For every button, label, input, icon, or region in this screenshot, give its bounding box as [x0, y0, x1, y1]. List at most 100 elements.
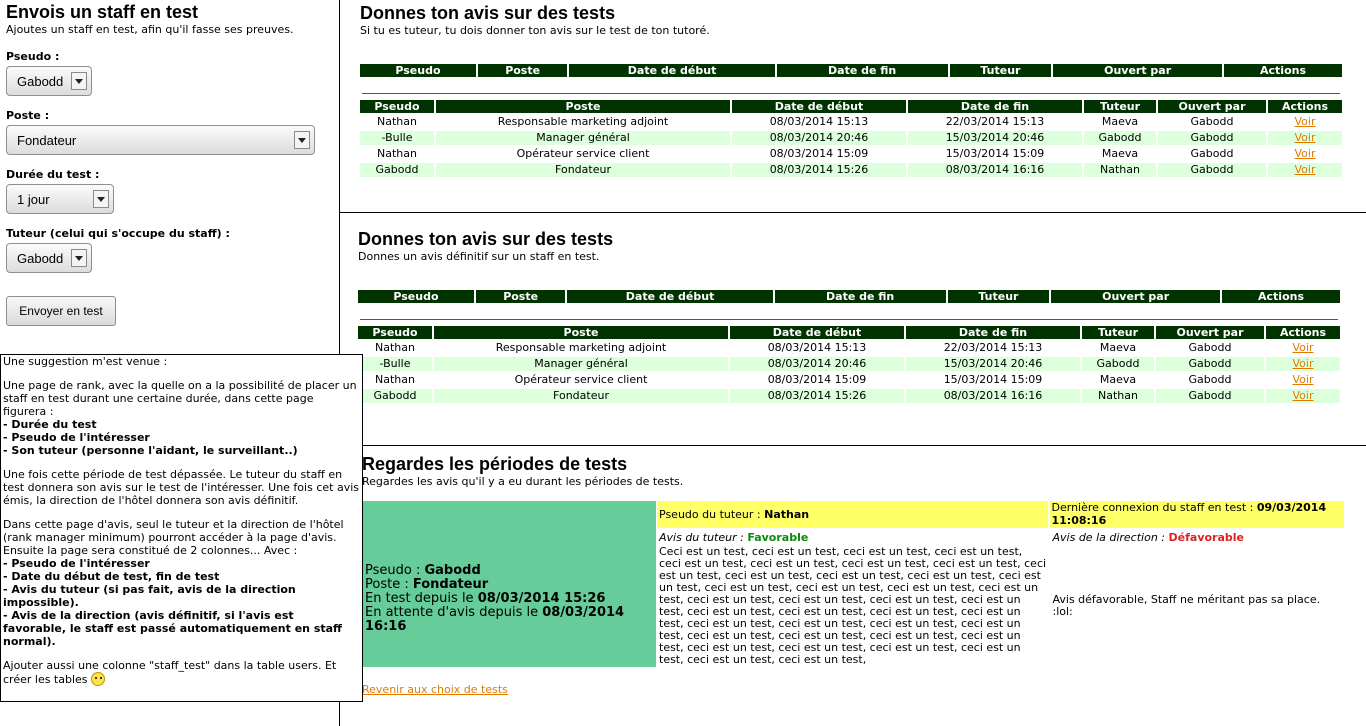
table-cell: 15/03/2014 20:46	[906, 357, 1080, 371]
view-link[interactable]: Voir	[1293, 389, 1314, 402]
column-header: Pseudo	[360, 64, 476, 77]
tuteur-select-value: Gabodd	[17, 250, 64, 266]
table-cell: 15/03/2014 15:09	[945, 147, 1045, 160]
table-cell: -Bulle	[358, 357, 432, 371]
section-title: Donnes ton avis sur des tests	[360, 3, 616, 23]
table-cell: Gabodd	[1156, 389, 1264, 403]
table-cell: 15/03/2014 15:09	[943, 373, 1043, 386]
test-period-review: Pseudo : Gabodd Poste : Fondateur En tes…	[362, 500, 1344, 668]
table-cell-actions: Voir	[1266, 389, 1340, 403]
form-title: Envois un staff en test	[6, 2, 199, 22]
table-cell: Responsable marketing adjoint	[495, 341, 667, 354]
table-cell: Nathan	[377, 147, 417, 160]
column-header: Ouvert par	[1051, 290, 1221, 303]
send-to-test-button[interactable]: Envoyer en test	[6, 296, 116, 326]
staff-poste: Fondateur	[412, 577, 489, 592]
table-cell: Nathan	[377, 115, 417, 128]
note-p1-item: - Pseudo de l'intéresser	[3, 431, 150, 444]
table-cell: Responsable marketing adjoint	[497, 115, 669, 128]
pseudo-label: Pseudo :	[6, 50, 60, 63]
tutor-review-section: Donnes ton avis sur des tests Si tu es t…	[340, 0, 1366, 213]
column-header: Date de fin	[908, 100, 1082, 113]
poste-select-value: Fondateur	[17, 132, 77, 148]
table-cell: 22/03/2014 15:13	[943, 341, 1043, 354]
tuteur-select[interactable]: Gabodd	[6, 243, 92, 273]
table-cell: 08/03/2014 15:13	[767, 341, 867, 354]
direction-verdict-value: Défavorable	[1168, 530, 1244, 544]
table-cell-actions: Voir	[1268, 115, 1342, 129]
table-cell: Opérateur service client	[514, 373, 648, 386]
tutor-comment: Ceci est un test, ceci est un test, ceci…	[659, 544, 1047, 666]
column-header: Date de début	[732, 100, 906, 113]
view-link[interactable]: Voir	[1295, 115, 1316, 128]
chevron-down-icon[interactable]	[93, 190, 109, 208]
column-header: Ouvert par	[1053, 64, 1223, 77]
table-row: Nathan Opérateur service client 08/03/2014…	[358, 373, 1340, 387]
note-p3b-text: Ensuite la page sera constitué de 2 colo…	[3, 544, 298, 557]
table-cell: Gabodd	[1190, 147, 1234, 160]
note-paragraph-1: Une page de rank, avec la quelle on a la…	[3, 379, 360, 457]
table-cell-actions: Voir	[1266, 341, 1340, 355]
table-row: Gabodd Fondateur 08/03/2014 15:26 08/03/201…	[360, 163, 1342, 177]
view-link[interactable]: Voir	[1295, 163, 1316, 176]
column-header: Pseudo	[358, 326, 432, 339]
staff-summary: Pseudo : Gabodd Poste : Fondateur En tes…	[362, 500, 657, 668]
note-p1-text: Une page de rank, avec la quelle on a la…	[3, 379, 357, 418]
note-p3-text: Dans cette page d'avis, seul le tuteur e…	[3, 518, 344, 544]
column-header: Poste	[434, 326, 728, 339]
note-p1-item: - Son tuteur (personne l'aidant, le surv…	[3, 444, 298, 457]
table-row: Nathan Opérateur service client 08/03/2014…	[360, 147, 1342, 161]
note-p2-text: Une fois cette période de test dépassée.…	[3, 468, 359, 507]
table-cell: Gabodd	[1188, 341, 1232, 354]
chevron-down-icon[interactable]	[294, 131, 310, 149]
table-cell: Maeva	[1101, 115, 1139, 128]
table-cell: Maeva	[1101, 147, 1139, 160]
view-link[interactable]: Voir	[1295, 147, 1316, 160]
tutor-name-cell: Pseudo du tuteur : Nathan	[656, 500, 1049, 528]
table-cell: Maeva	[1099, 341, 1137, 354]
test-periods-section: Regardes les périodes de tests Regardes …	[340, 446, 1366, 726]
column-header: Ouvert par	[1158, 100, 1266, 113]
column-header: Date de fin	[906, 326, 1080, 339]
column-header: Date de début	[567, 290, 773, 303]
column-header: Pseudo	[358, 290, 474, 303]
table-cell: Manager général	[436, 131, 730, 145]
table-cell: Manager général	[434, 357, 728, 371]
table-header-row: Pseudo Poste Date de début Date de fin Tuteu…	[358, 326, 1340, 339]
column-header: Poste	[477, 64, 568, 77]
column-header: Tuteur	[1084, 100, 1156, 113]
view-link[interactable]: Voir	[1293, 341, 1314, 354]
column-header: Actions	[1224, 64, 1342, 77]
section-title: Donnes ton avis sur des tests	[358, 229, 614, 249]
duree-select[interactable]: 1 jour	[6, 184, 114, 214]
table-cell-actions: Voir	[1266, 373, 1340, 387]
table-cell: 08/03/2014 15:26	[732, 163, 906, 177]
table-cell: Gabodd	[1158, 163, 1266, 177]
chevron-down-icon[interactable]	[71, 249, 87, 267]
column-header: Poste	[436, 100, 730, 113]
column-header: Actions	[1266, 326, 1340, 339]
pseudo-select[interactable]: Gabodd	[6, 66, 92, 96]
note-p3-item: - Pseudo de l'intéresser	[3, 557, 150, 570]
table-cell: Fondateur	[436, 163, 730, 177]
table-row: -Bulle Manager général 08/03/2014 20:46 15/…	[358, 357, 1340, 371]
view-link[interactable]: Voir	[1295, 131, 1316, 144]
view-link[interactable]: Voir	[1293, 357, 1314, 370]
table-cell-actions: Voir	[1266, 357, 1340, 371]
table-cell: 08/03/2014 20:46	[730, 357, 904, 371]
table-cell: 22/03/2014 15:13	[945, 115, 1045, 128]
poste-select[interactable]: Fondateur	[6, 125, 315, 155]
chevron-down-icon[interactable]	[71, 72, 87, 90]
form-subtitle: Ajoutes un staff en test, afin qu'il fas…	[6, 23, 294, 36]
pseudo-select-value: Gabodd	[17, 73, 64, 89]
tutor-verdict: Avis du tuteur : Favorable	[659, 530, 809, 544]
table-cell: 08/03/2014 15:13	[769, 115, 869, 128]
table-header-row: Pseudo Poste Date de début Date de fin Tuteu…	[360, 100, 1342, 113]
view-link[interactable]: Voir	[1293, 373, 1314, 386]
table-cell: Gabodd	[1082, 357, 1154, 371]
section-title: Regardes les périodes de tests	[362, 454, 628, 474]
table-cell: Nathan	[1082, 389, 1154, 403]
final-tests-table: Pseudo Poste Date de début Date de fin Tuteu…	[356, 324, 1342, 405]
direction-verdict: Avis de la direction : Défavorable	[1052, 530, 1245, 544]
back-to-tests-link[interactable]: Revenir aux choix de tests	[362, 683, 508, 696]
